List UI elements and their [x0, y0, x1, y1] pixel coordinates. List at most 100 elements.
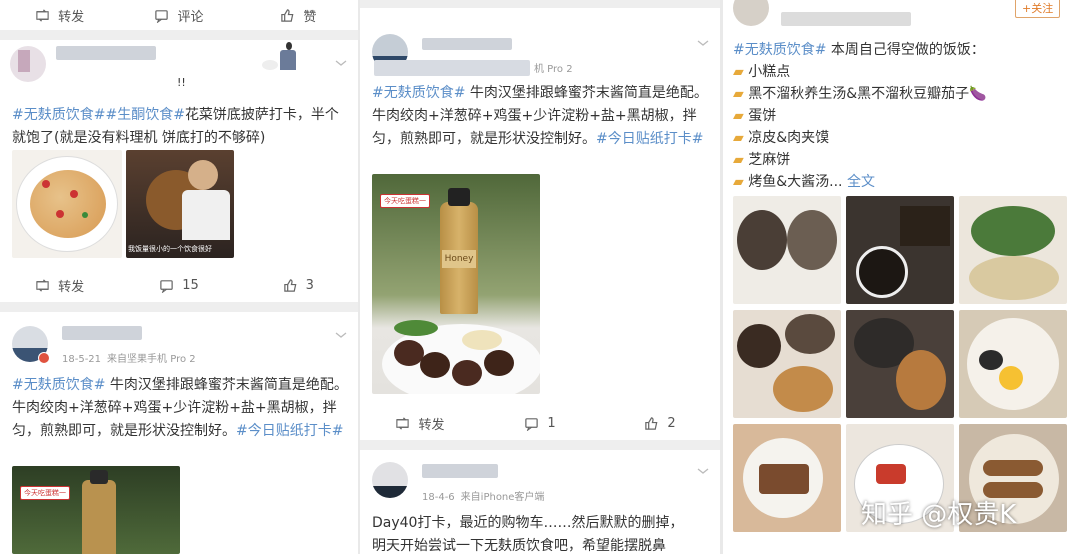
comment-icon [155, 9, 169, 23]
photo-grid-item[interactable] [733, 424, 841, 532]
post-date: 18-4-6 [422, 492, 455, 503]
bread-icon: ▰ [733, 152, 749, 168]
feed-column-middle: 机 Pro 2 #无麸质饮食# 牛肉汉堡排跟蜂蜜芥末酱简直是绝配。牛肉绞肉+洋葱… [360, 0, 720, 554]
chevron-down-icon[interactable] [334, 58, 348, 68]
post-source: 机 Pro 2 [534, 64, 573, 75]
photo-mustard-bottle[interactable] [12, 466, 180, 554]
post-source: 来自坚果手机 Pro 2 [107, 354, 196, 365]
list-item-text: 蛋饼 [748, 108, 777, 124]
photo-grid-item[interactable] [733, 196, 841, 304]
comment-icon [525, 417, 539, 431]
top-action-bar: 转发 评论 赞 [0, 0, 358, 30]
watermark: 知乎 @权贵K [861, 500, 1017, 530]
photo-grid-item[interactable] [846, 196, 954, 304]
food-list-item: ▰ 黑不溜秋养生汤&黑不溜秋豆瓣茄子🍆 [733, 84, 987, 104]
thumbs-up-icon [645, 416, 658, 430]
post-meta: 18-4-6 来自iPhone客户端 [422, 488, 550, 503]
post-header: #无麸质饮食# 本周自己得空做的饭饭： [733, 40, 985, 60]
avatar[interactable] [733, 0, 769, 26]
food-list-item: ▰ 小糕点 [733, 62, 790, 82]
separator [0, 30, 358, 40]
post-line: 明天开始尝试一下无麸质饮食吧，希望能摆脱鼻 [372, 538, 666, 554]
thumbs-up-icon [283, 278, 297, 292]
hashtag-link[interactable]: #无麸质饮食# [12, 377, 105, 393]
food-list-item: ▰ 凉皮&肉夹馍 [733, 128, 829, 148]
repost-label: 转发 [418, 417, 445, 433]
like-button[interactable]: 赞 [239, 0, 358, 30]
username-blurred[interactable] [62, 326, 142, 340]
repost-icon [396, 416, 410, 430]
list-item-text: 小糕点 [748, 64, 791, 80]
photo-grid-item[interactable] [959, 196, 1067, 304]
photo-grid-item[interactable] [733, 310, 841, 418]
username-blurred[interactable] [422, 464, 498, 478]
repost-label: 转发 [58, 9, 85, 25]
comment-button[interactable]: 15 [119, 270, 238, 300]
username-blurred[interactable] [422, 38, 512, 50]
chevron-down-icon[interactable] [334, 330, 348, 340]
separator [360, 0, 720, 8]
username-blurred[interactable] [56, 46, 156, 60]
like-button[interactable]: 3 [239, 270, 358, 300]
repost-icon [36, 8, 49, 22]
hashtag-link[interactable]: #无麸质饮食# [12, 107, 105, 123]
like-button[interactable]: 2 [600, 408, 720, 438]
hashtag-link[interactable]: #今日贴纸打卡# [596, 131, 703, 147]
expand-link[interactable]: 全文 [847, 174, 875, 190]
bread-icon: ▰ [733, 130, 749, 146]
post-action-bar: 转发 15 3 [0, 270, 358, 300]
like-count: 2 [667, 415, 676, 431]
photo-grid-item[interactable] [959, 310, 1067, 418]
food-list-item-last: ▰ 烤鱼&大酱汤... 全文 [733, 172, 875, 192]
feed-column-left: 转发 评论 赞 !! #无麸质饮食##生酮饮食#花菜饼底披萨打卡，半个就饱了(就… [0, 0, 358, 554]
post-text: Day40打卡，最近的购物车……然后默默的删掉， 明天开始尝试一下无麸质饮食吧，… [372, 512, 716, 554]
like-count: 3 [305, 277, 314, 293]
photo-grid-item[interactable] [846, 310, 954, 418]
list-item-text: 烤鱼&大酱汤... [748, 174, 847, 190]
post-meta: 18-5-21 来自坚果手机 Pro 2 [62, 350, 202, 365]
comment-count: 1 [547, 415, 556, 431]
vip-badge-icon [38, 352, 50, 364]
photo-chef[interactable]: 我饭量很小的一个饮食很好 [126, 150, 234, 258]
avatar[interactable] [372, 462, 408, 498]
post-text: #无麸质饮食# 牛肉汉堡排跟蜂蜜芥末酱简直是绝配。牛肉绞肉+洋葱碎+鸡蛋+少许淀… [12, 374, 352, 443]
comment-icon [160, 279, 173, 293]
username-blurred[interactable] [781, 12, 911, 26]
repost-button[interactable]: 转发 [0, 0, 119, 30]
post-date: 18-5-21 [62, 354, 102, 365]
list-item-text: 芝麻饼 [748, 152, 791, 168]
repost-label: 转发 [58, 279, 85, 295]
repost-button[interactable]: 转发 [0, 270, 119, 300]
feed-column-right: +关注 #无麸质饮食# 本周自己得空做的饭饭： ▰ 小糕点 ▰ 黑不溜秋养生汤&黑… [723, 0, 1080, 554]
decorative-badge-figure [262, 42, 322, 76]
hashtag-link[interactable]: #无麸质饮食# [733, 42, 826, 58]
bottle-label: Honey [442, 250, 476, 268]
post-source: 来自iPhone客户端 [460, 492, 545, 503]
bread-icon: ▰ [733, 64, 749, 80]
thumbs-up-icon [281, 8, 294, 22]
meta-blurred [374, 60, 530, 76]
comment-label: 评论 [177, 9, 204, 25]
hashtag-link[interactable]: #生酮饮食# [105, 107, 184, 123]
chevron-down-icon[interactable] [696, 38, 710, 48]
list-item-text: 凉皮&肉夹馍 [748, 130, 830, 146]
repost-button[interactable]: 转发 [360, 408, 480, 438]
hashtag-link[interactable]: #无麸质饮食# [372, 85, 465, 101]
avatar[interactable] [10, 46, 46, 82]
separator [360, 440, 720, 450]
chevron-down-icon[interactable] [696, 466, 710, 476]
post-action-bar: 转发 1 2 [360, 408, 720, 438]
follow-button[interactable]: +关注 [1015, 0, 1061, 18]
comment-button[interactable]: 评论 [119, 0, 238, 30]
list-item-text: 黑不溜秋养生汤&黑不溜秋豆瓣茄子🍆 [748, 86, 987, 102]
post-header-text: 本周自己得空做的饭饭： [826, 42, 985, 58]
photo-pizza[interactable] [12, 150, 122, 258]
post-line: Day40打卡，最近的购物车……然后默默的删掉， [372, 515, 684, 531]
username-suffix: !! [177, 76, 186, 89]
separator [0, 302, 358, 312]
photo-caption: 我饭量很小的一个饮食很好 [128, 245, 212, 253]
food-list-item: ▰ 芝麻饼 [733, 150, 790, 170]
bread-icon: ▰ [733, 108, 749, 124]
hashtag-link[interactable]: #今日贴纸打卡# [236, 423, 343, 439]
comment-button[interactable]: 1 [480, 408, 600, 438]
